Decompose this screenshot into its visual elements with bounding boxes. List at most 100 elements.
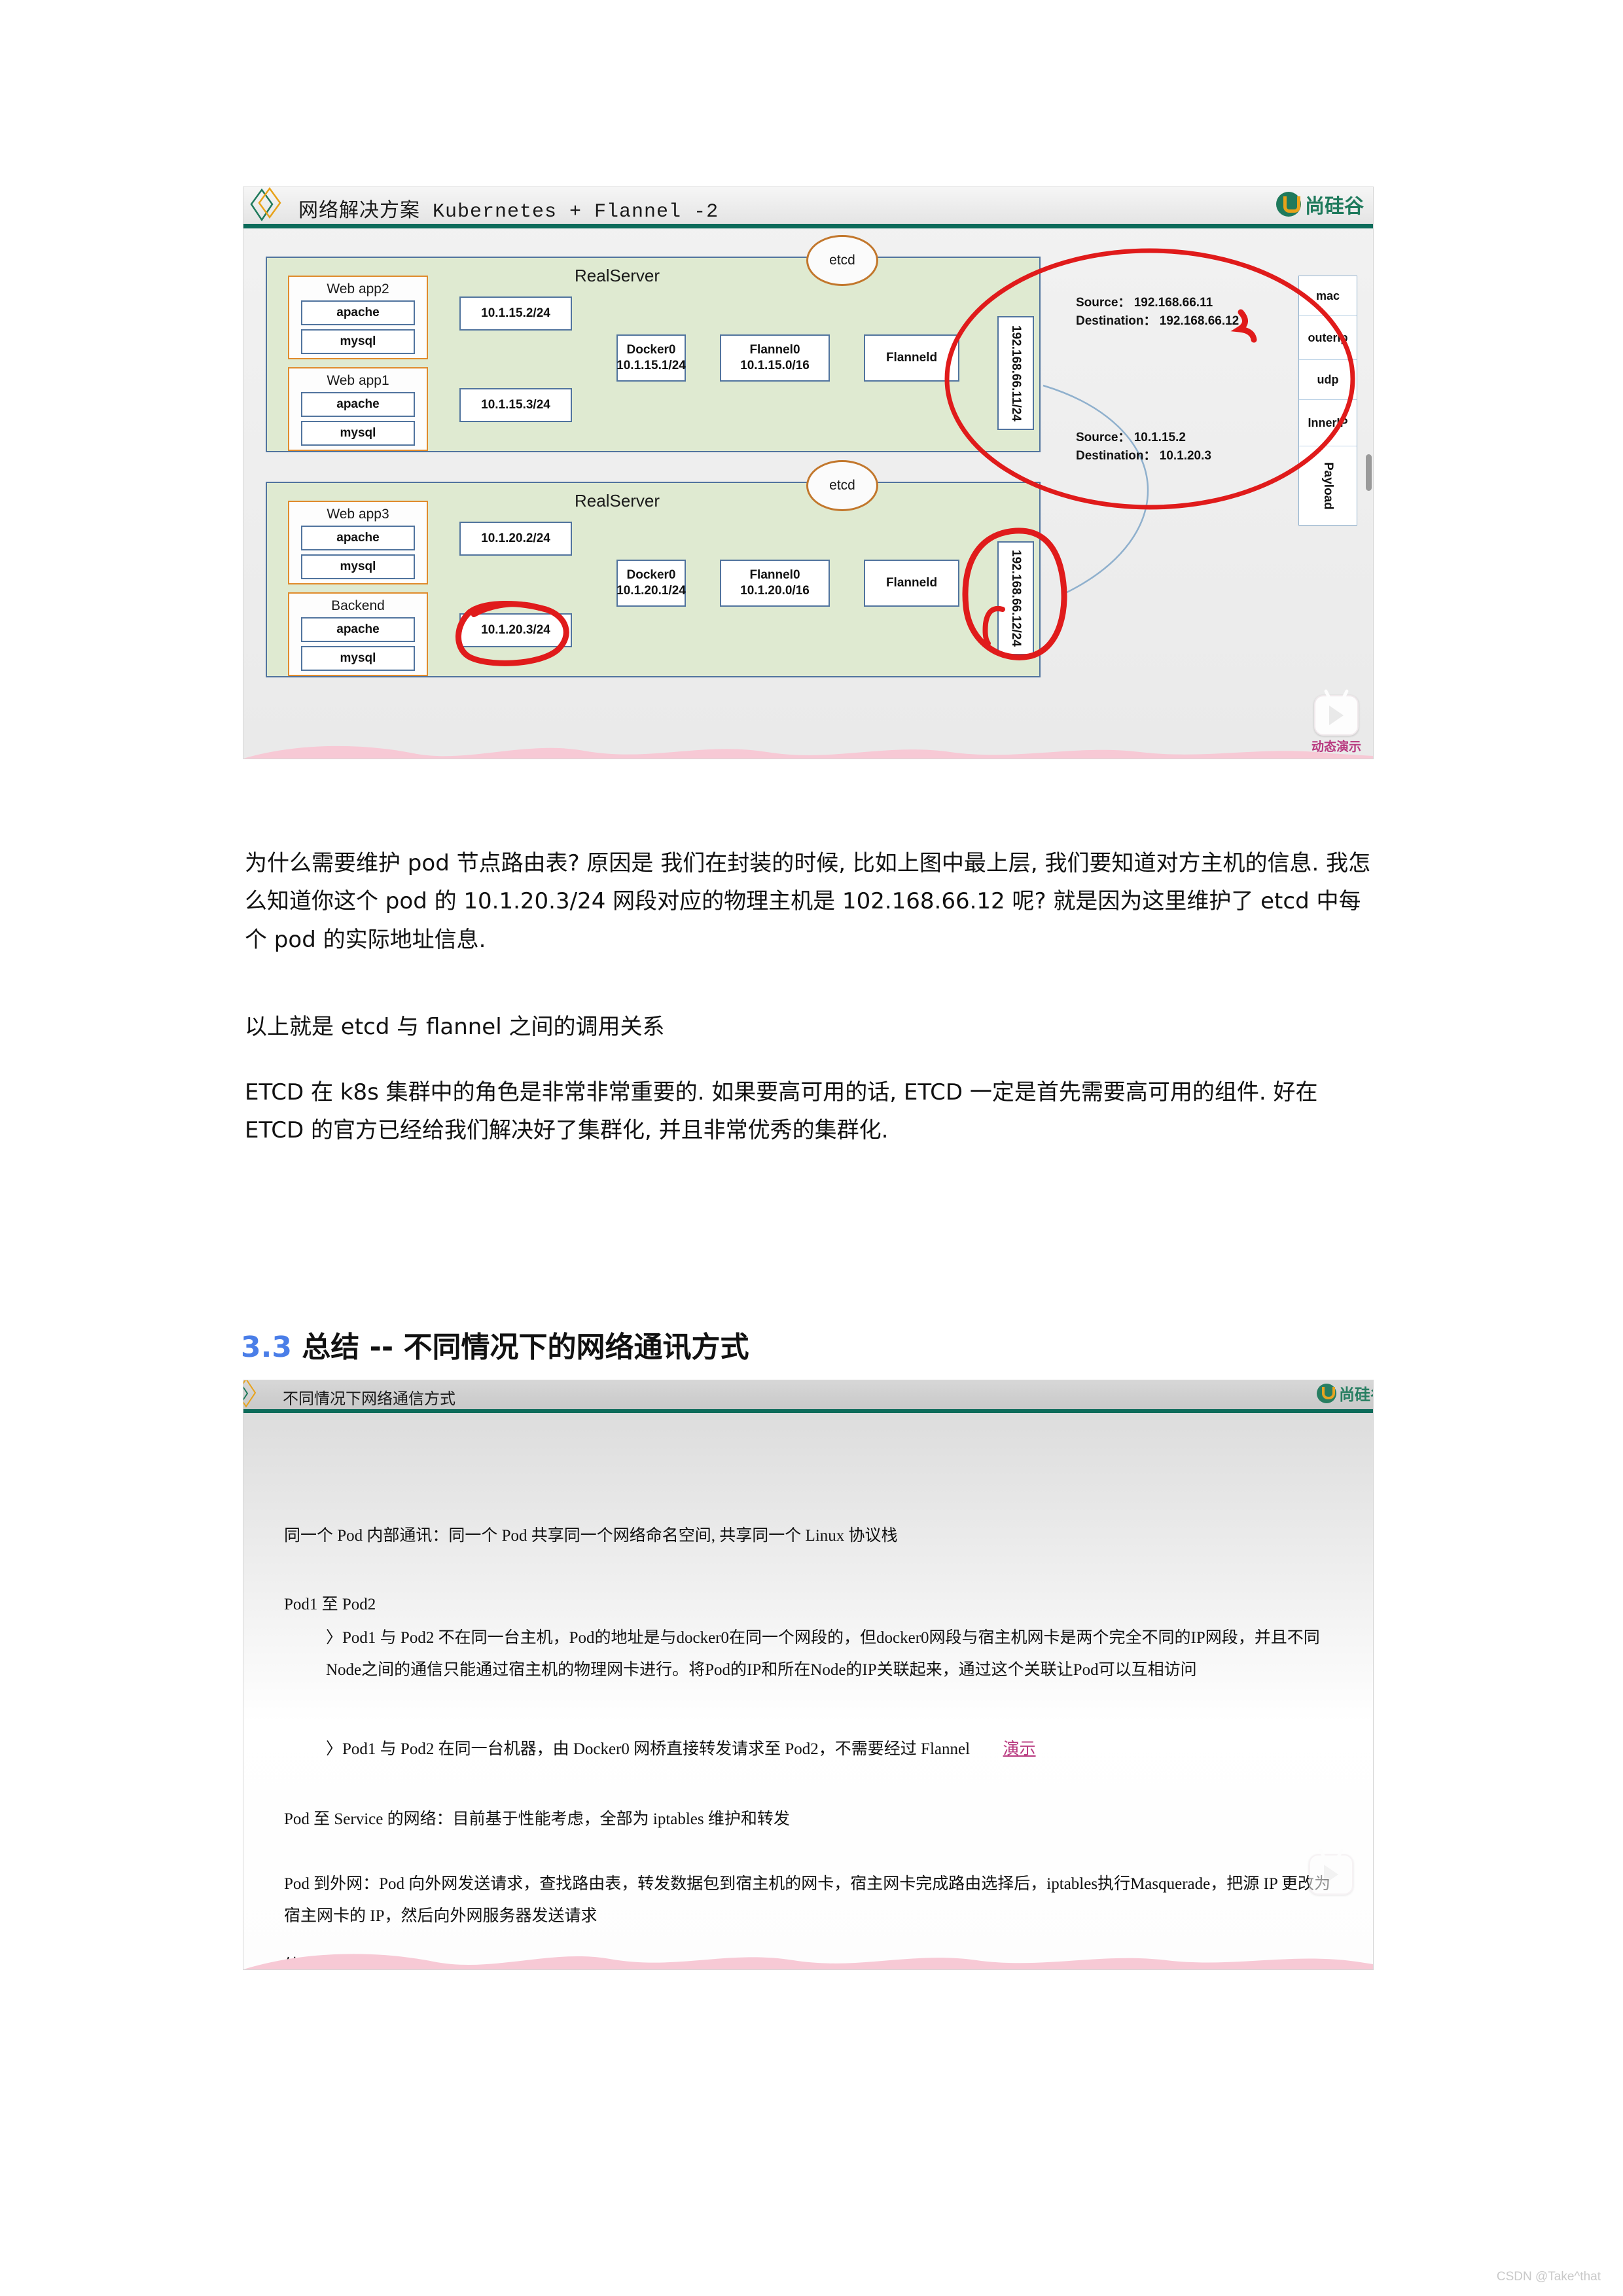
atguigu-logo: 尚硅谷: [1317, 1382, 1373, 1405]
packet-layer-innerip: InnerIP: [1299, 400, 1357, 446]
outer-destination-label: Destination：: [1076, 314, 1156, 328]
line-pod-to-internet: Pod 到外网：Pod 向外网发送请求，查找路由表，转发数据包到宿主机的网卡，宿…: [284, 1875, 1331, 1925]
docker0-bridge-top: Docker0 10.1.15.1/24: [616, 334, 686, 382]
pod-web-app2: Web app2 apache mysql: [288, 276, 428, 359]
section-pod1-to-pod2: Pod1 至 Pod2: [284, 1596, 376, 1613]
host-nic-top: 192.168.66.11/24: [997, 316, 1034, 430]
packet-layer-udp: udp: [1299, 360, 1357, 400]
bullet-marker: 〉: [326, 1629, 343, 1647]
realserver-label-top: RealServer: [575, 266, 660, 285]
docker0-cidr: 10.1.20.1/24: [616, 584, 686, 598]
line-pod-to-service: Pod 至 Service 的网络：目前基于性能考虑，全部为 iptables …: [284, 1810, 790, 1828]
flannel0-iface-top: Flannel0 10.1.15.0/16: [720, 334, 830, 382]
pod-title: Web app2: [327, 281, 389, 296]
container-apache: apache: [301, 300, 415, 325]
bullet-text: Pod1 与 Pod2 不在同一台主机，Pod的地址是与docker0在同一个网…: [326, 1629, 1320, 1679]
inner-destination-value: 10.1.20.3: [1159, 448, 1211, 463]
outer-destination-value: 192.168.66.12: [1159, 314, 1240, 328]
demo-link[interactable]: 演示: [1003, 1740, 1036, 1758]
play-video-icon[interactable]: [1313, 695, 1359, 736]
bullet-text: Pod1 与 Pod2 在同一台机器，由 Docker0 网桥直接转发请求至 P…: [342, 1740, 971, 1758]
outer-header-annotation: Source： 192.168.66.11 Destination： 192.1…: [1076, 294, 1239, 330]
play-video-icon[interactable]: [1309, 1854, 1353, 1895]
packet-layer-mac: mac: [1299, 276, 1357, 316]
pod-title: Backend: [331, 598, 385, 613]
etcd-node-top: etcd: [806, 235, 878, 286]
bullet-marker: 〉: [326, 1740, 343, 1758]
document-page: 网络解决方案 Kubernetes + Flannel -2 尚硅谷 RealS…: [0, 0, 1623, 2296]
pink-wave-decoration: [243, 745, 1373, 759]
dynamic-demo-badge-2[interactable]: [1309, 1854, 1353, 1896]
packet-layer-payload-text: Payload: [1321, 461, 1335, 510]
atguigu-logo: 尚硅谷: [1276, 190, 1364, 219]
figure1-canvas: RealServer RealServer Web app2 apache my…: [243, 228, 1373, 759]
pod-ip-10-1-15-3: 10.1.15.3/24: [459, 388, 572, 422]
inner-header-annotation: Source： 10.1.15.2 Destination： 10.1.20.3: [1076, 429, 1211, 465]
pod-title: Web app3: [327, 507, 389, 522]
host-nic-ip: 192.168.66.11/24: [1008, 325, 1023, 422]
flannel0-name: Flannel0: [749, 343, 800, 357]
figure1-title: 网络解决方案 Kubernetes + Flannel -2: [298, 201, 719, 223]
docker0-cidr: 10.1.15.1/24: [616, 359, 686, 372]
packet-layer-payload: Payload: [1299, 446, 1357, 525]
paragraph-etcd-ha: ETCD 在 k8s 集群中的角色是非常非常重要的. 如果要高可用的话, ETC…: [245, 1079, 1318, 1144]
outer-source-value: 192.168.66.11: [1133, 296, 1213, 310]
pod-ip-10-1-20-3: 10.1.20.3/24: [459, 613, 572, 647]
section-number: 3.3: [241, 1330, 292, 1364]
figure1-scrollbar-thumb[interactable]: [1366, 454, 1372, 491]
inner-source-label: Source：: [1076, 431, 1131, 444]
figure2-header: 不同情况下网络通信方式 尚硅谷: [243, 1380, 1373, 1413]
inner-destination-label: Destination：: [1076, 448, 1156, 463]
container-mysql: mysql: [301, 421, 415, 446]
flannel0-iface-bottom: Flannel0 10.1.20.0/16: [720, 560, 830, 607]
packet-layer-outerip: outerIp: [1299, 316, 1357, 360]
flannel0-name: Flannel0: [749, 568, 800, 583]
paragraph-etcd-flannel-relation: 以上就是 etcd 与 flannel 之间的调用关系: [245, 1014, 665, 1040]
bullet-same-host: 〉Pod1 与 Pod2 在同一台机器，由 Docker0 网桥直接转发请求至 …: [326, 1734, 1334, 1766]
figure-flannel-diagram: 网络解决方案 Kubernetes + Flannel -2 尚硅谷 RealS…: [243, 187, 1374, 759]
flanneld-daemon-top: Flanneld: [864, 334, 959, 382]
container-apache: apache: [301, 617, 415, 642]
container-mysql: mysql: [301, 329, 415, 354]
csdn-watermark: CSDN @Take^that: [1496, 2270, 1601, 2284]
pod-ip-10-1-15-2: 10.1.15.2/24: [459, 296, 572, 331]
section-title: 总结 -- 不同情况下的网络通讯方式: [302, 1330, 749, 1364]
container-mysql: mysql: [301, 646, 415, 671]
flanneld-daemon-bottom: Flanneld: [864, 560, 959, 607]
figure2-title: 不同情况下网络通信方式: [283, 1390, 455, 1408]
pod-backend: Backend apache mysql: [288, 592, 428, 676]
pink-wave-decoration: [243, 1954, 1373, 1969]
docker0-name: Docker0: [626, 343, 676, 357]
bullet-different-host: 〉Pod1 与 Pod2 不在同一台主机，Pod的地址是与docker0在同一个…: [326, 1623, 1334, 1687]
realserver-label-bottom: RealServer: [575, 491, 660, 511]
inner-source-value: 10.1.15.2: [1133, 431, 1186, 444]
atguigu-mark-icon: [1317, 1383, 1336, 1403]
paragraph-pod-route-table: 为什么需要维护 pod 节点路由表? 原因是 我们在封装的时候, 比如上图中最上…: [245, 850, 1371, 953]
container-apache: apache: [301, 526, 415, 550]
packet-layer-stack: mac outerIp udp InnerIP Payload: [1298, 276, 1357, 526]
host-nic-bottom: 192.168.66.12/24: [997, 541, 1034, 655]
pod-title: Web app1: [327, 373, 389, 388]
section-heading-3-3: 3.3 总结 -- 不同情况下的网络通讯方式: [241, 1323, 749, 1365]
pod-web-app3: Web app3 apache mysql: [288, 501, 428, 584]
atguigu-diamond-icon: [250, 187, 281, 222]
etcd-node-bottom: etcd: [806, 460, 878, 511]
outer-source-label: Source：: [1076, 296, 1131, 310]
docker0-bridge-bottom: Docker0 10.1.20.1/24: [616, 560, 686, 607]
container-apache: apache: [301, 392, 415, 417]
flannel0-cidr: 10.1.15.0/16: [740, 359, 810, 372]
host-nic-ip: 192.168.66.12/24: [1008, 550, 1023, 647]
docker0-name: Docker0: [626, 568, 676, 583]
figure2-canvas: 同一个 Pod 内部通讯：同一个 Pod 共享同一个网络命名空间, 共享同一个 …: [243, 1413, 1373, 1969]
flannel0-cidr: 10.1.20.0/16: [740, 584, 810, 598]
atguigu-brand-text: 尚硅谷: [1339, 1386, 1373, 1404]
atguigu-diamond-icon: [243, 1380, 257, 1408]
line-same-pod-communication: 同一个 Pod 内部通讯：同一个 Pod 共享同一个网络命名空间, 共享同一个 …: [284, 1527, 898, 1545]
figure-network-modes: 不同情况下网络通信方式 尚硅谷 同一个 Pod 内部通讯：同一个 Pod 共享同…: [243, 1380, 1374, 1970]
figure1-header: 网络解决方案 Kubernetes + Flannel -2 尚硅谷: [243, 187, 1373, 228]
container-mysql: mysql: [301, 554, 415, 579]
atguigu-mark-icon: [1276, 192, 1301, 217]
pod-ip-10-1-20-2: 10.1.20.2/24: [459, 522, 572, 556]
pod-web-app1: Web app1 apache mysql: [288, 367, 428, 451]
atguigu-brand-text: 尚硅谷: [1305, 195, 1364, 218]
